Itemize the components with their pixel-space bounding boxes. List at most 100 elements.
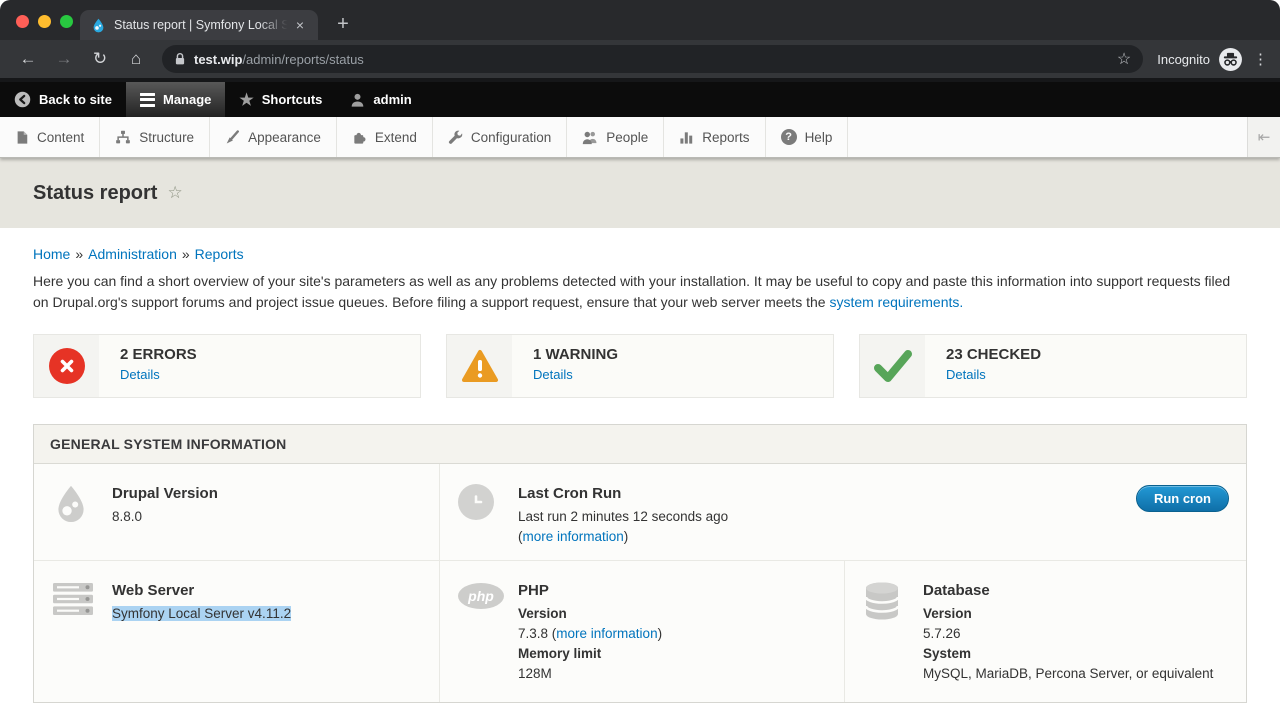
minimize-window-button[interactable] (38, 15, 51, 28)
url-path: /admin/reports/status (242, 52, 363, 67)
breadcrumb-home-link[interactable]: Home (33, 246, 70, 262)
drupal-favicon (91, 18, 106, 33)
errors-details-link[interactable]: Details (120, 367, 160, 382)
cron-more-info: (more information) (518, 527, 1230, 547)
configuration-icon (448, 130, 463, 145)
warning-icon (461, 349, 499, 383)
errors-count: 2 ERRORS (120, 346, 197, 363)
database-version-label: Version (923, 604, 1230, 624)
breadcrumb-administration-link[interactable]: Administration (88, 246, 177, 262)
database-icon (863, 581, 901, 621)
drupal-logo-icon (52, 484, 90, 526)
error-icon (49, 348, 85, 384)
back-to-site-link[interactable]: Back to site (0, 82, 126, 117)
intro-paragraph: Here you can find a short overview of yo… (33, 271, 1247, 313)
tray-collapse-button[interactable]: ⇤ (1247, 117, 1280, 157)
tray-label: Extend (375, 130, 417, 145)
shortcuts-label: Shortcuts (262, 92, 323, 107)
url-host: test.wip (194, 52, 242, 67)
database-title: Database (923, 581, 1230, 601)
content-icon (15, 130, 29, 145)
home-icon[interactable]: ⌂ (122, 45, 150, 73)
reports-icon (679, 130, 694, 145)
check-icon (873, 349, 913, 383)
tray-item-content[interactable]: Content (0, 117, 100, 157)
system-requirements-link[interactable]: system requirements. (829, 294, 963, 310)
tray-item-structure[interactable]: Structure (100, 117, 210, 157)
php-version-value: 7.3.8 (more information) (518, 624, 828, 644)
close-window-button[interactable] (16, 15, 29, 28)
tray-item-people[interactable]: People (567, 117, 664, 157)
structure-icon (115, 130, 131, 145)
user-label: admin (373, 92, 411, 107)
warnings-card: 1 WARNING Details (446, 334, 834, 398)
drupal-tray: Content Structure Appearance Extend Conf… (0, 117, 1280, 158)
intro-text: Here you can find a short overview of yo… (33, 273, 1230, 310)
tray-label: Configuration (471, 130, 551, 145)
run-cron-button[interactable]: Run cron (1136, 485, 1229, 512)
browser-menu-icon[interactable]: ⋮ (1253, 50, 1268, 68)
tray-item-appearance[interactable]: Appearance (210, 117, 337, 157)
breadcrumb-separator: » (75, 246, 83, 262)
tray-label: Appearance (248, 130, 321, 145)
tab-close-icon[interactable]: × (291, 16, 309, 34)
tray-label: Help (805, 130, 833, 145)
page-title: Status report (33, 182, 157, 205)
last-cron-run-cell: Last Cron Run Last run 2 minutes 12 seco… (440, 464, 1246, 561)
php-memory-value: 128M (518, 664, 828, 684)
tray-label: Reports (702, 130, 749, 145)
warnings-count: 1 WARNING (533, 346, 618, 363)
page-header: Status report ☆ (0, 158, 1280, 228)
main-content: Home » Administration » Reports Here you can… (0, 228, 1280, 703)
web-server-cell: Web Server Symfony Local Server v4.11.2 (34, 561, 440, 702)
forward-icon[interactable]: → (50, 45, 78, 73)
back-circle-icon (14, 91, 31, 108)
tray-label: Content (37, 130, 84, 145)
warnings-details-link[interactable]: Details (533, 367, 573, 382)
errors-card: 2 ERRORS Details (33, 334, 421, 398)
breadcrumb-separator: » (182, 246, 190, 262)
favorite-star-icon[interactable]: ☆ (167, 183, 182, 203)
clock-icon (458, 484, 494, 520)
tray-item-help[interactable]: ? Help (766, 117, 849, 157)
php-cell: php PHP Version 7.3.8 (more information)… (440, 561, 845, 702)
address-bar[interactable]: test.wip /admin/reports/status ☆ (162, 45, 1143, 73)
shortcuts-menu-item[interactable]: ★ Shortcuts (225, 82, 336, 117)
system-info-panel: GENERAL SYSTEM INFORMATION Drupal Versio… (33, 424, 1247, 703)
manage-menu-item[interactable]: Manage (126, 82, 225, 117)
extend-icon (352, 130, 367, 145)
lock-icon (174, 52, 186, 66)
browser-tab[interactable]: Status report | Symfony Local Se × (80, 10, 318, 40)
tab-title: Status report | Symfony Local Se (114, 18, 291, 32)
manage-label: Manage (163, 92, 211, 107)
php-logo-icon: php (458, 583, 504, 609)
shortcuts-star-icon: ★ (239, 90, 253, 110)
database-version-value: 5.7.26 (923, 624, 1230, 644)
checked-card: 23 CHECKED Details (859, 334, 1247, 398)
tray-item-extend[interactable]: Extend (337, 117, 433, 157)
page-content: Status report ☆ Home » Administration » Repo… (0, 158, 1280, 720)
window-controls (16, 15, 73, 28)
panel-heading: GENERAL SYSTEM INFORMATION (34, 425, 1246, 464)
hamburger-icon (140, 93, 155, 107)
drupal-version-title: Drupal Version (112, 484, 423, 504)
new-tab-button[interactable]: + (328, 9, 358, 39)
tray-item-reports[interactable]: Reports (664, 117, 765, 157)
back-to-site-label: Back to site (39, 92, 112, 107)
checked-details-link[interactable]: Details (946, 367, 986, 382)
cron-more-info-link[interactable]: more information (523, 529, 624, 544)
browser-toolbar: ← → ↻ ⌂ test.wip /admin/reports/status ☆… (0, 40, 1280, 78)
database-system-value: MySQL, MariaDB, Percona Server, or equiv… (923, 664, 1230, 684)
user-menu-item[interactable]: admin (336, 82, 425, 117)
bookmark-star-icon[interactable]: ☆ (1117, 49, 1131, 69)
maximize-window-button[interactable] (60, 15, 73, 28)
web-server-value: Symfony Local Server v4.11.2 (112, 606, 291, 621)
reload-icon[interactable]: ↻ (86, 45, 114, 73)
php-more-info-link[interactable]: more information (556, 626, 657, 641)
back-icon[interactable]: ← (14, 45, 42, 73)
cron-status: Last run 2 minutes 12 seconds ago (518, 507, 1230, 527)
tray-item-configuration[interactable]: Configuration (433, 117, 567, 157)
people-icon (582, 130, 598, 145)
server-icon (52, 581, 94, 617)
breadcrumb-reports-link[interactable]: Reports (195, 246, 244, 262)
